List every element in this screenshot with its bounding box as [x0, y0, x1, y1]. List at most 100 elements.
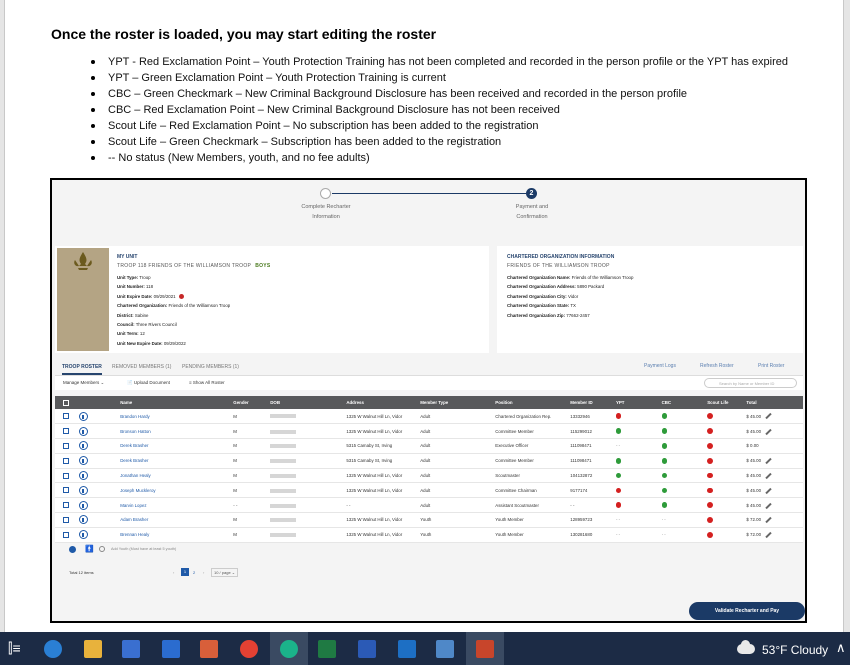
row-checkbox[interactable] [63, 442, 69, 449]
edit-pencil-icon[interactable] [765, 428, 772, 435]
ypt-no-status: - - [615, 517, 621, 523]
print-roster-link[interactable]: Print Roster [758, 363, 784, 369]
chartered-org-card: CHARTERED ORGANIZATION INFORMATION FRIEN… [497, 246, 803, 353]
chrome-icon[interactable] [240, 640, 258, 658]
edit-pencil-icon[interactable] [765, 457, 772, 465]
cloud-icon[interactable] [737, 640, 755, 654]
row-checkbox[interactable] [63, 487, 69, 494]
unit-field: Unit Type: Troop [117, 275, 151, 280]
edit-pencil-icon[interactable] [765, 487, 772, 494]
validate-recharter-button[interactable]: Validate Recharter and Pay [689, 602, 805, 620]
table-row[interactable]: Joseph Muckleroy M 1325 W Walnut Hill Ln, … [55, 482, 803, 499]
show-all-roster-filter[interactable]: ≡ Show All Roster [189, 380, 225, 385]
table-row[interactable]: Derek Brasher M 5315 Camaby St, Irving Adul… [55, 438, 803, 454]
roster-table-body: Brandon Hardy M 1325 W Walnut Hill Ln, Vid… [55, 409, 803, 543]
weather-text[interactable]: 53°F Cloudy [762, 643, 828, 657]
add-youth-icon[interactable] [99, 546, 105, 552]
table-row[interactable]: Derek Brasher M 5315 Camaby St, Irving Adul… [55, 453, 803, 469]
prev-page-icon[interactable]: ‹ [173, 570, 174, 575]
table-row[interactable]: Jonathan Healy M 1325 W Walnut Hill Ln, Vi… [55, 468, 803, 484]
manage-members-button[interactable]: Manage Members ⌄ [63, 380, 104, 386]
row-checkbox[interactable] [63, 502, 69, 509]
outlook-icon[interactable] [398, 640, 416, 658]
dob-redacted [270, 414, 297, 419]
row-checkbox[interactable] [63, 413, 69, 420]
member-name-link[interactable]: Joseph Muckleroy [120, 488, 155, 493]
col-header: CBC [661, 396, 708, 409]
edit-pencil-icon[interactable] [765, 502, 772, 509]
file-explorer-icon[interactable] [84, 640, 102, 658]
select-all-checkbox[interactable] [63, 399, 69, 406]
member-total: $ 45.00 [746, 473, 762, 479]
member-gender: M [233, 473, 237, 479]
add-member-icon[interactable] [69, 546, 76, 553]
store-icon[interactable] [122, 640, 140, 658]
stepper-line [332, 193, 526, 194]
member-position: Youth Member [495, 517, 524, 523]
ypt-red-status-icon [615, 487, 622, 494]
member-position: Assistant Scoutmaster [495, 502, 539, 508]
table-row[interactable]: Brandon Hardy M 1325 W Walnut Hill Ln, Vid… [55, 409, 803, 425]
tab-pending-members[interactable]: PENDING MEMBERS (1) [182, 364, 239, 370]
row-checkbox[interactable] [63, 531, 69, 538]
windows-taskbar: ⫿≡ 53°F Cloudy ∧ [0, 632, 850, 665]
chevron-up-icon[interactable]: ∧ [836, 640, 846, 656]
dob-redacted [270, 444, 297, 449]
page-size-select[interactable]: 10 / page ⌄ [211, 568, 239, 577]
unit-name: TROOP 118 FRIENDS OF THE WILLIAMSON TROO… [117, 263, 252, 269]
payment-logs-link[interactable]: Payment Logs [644, 363, 676, 369]
powerpoint-icon[interactable] [476, 640, 494, 658]
table-row[interactable]: Bronson Hatton M 1325 W Walnut Hill Ln, Vi… [55, 423, 803, 440]
edit-pencil-icon[interactable] [765, 517, 772, 524]
edit-pencil-icon[interactable] [765, 531, 772, 539]
table-row[interactable]: Brennan Healy M 1325 W Walnut Hill Ln, Vid… [55, 527, 803, 543]
member-name-link[interactable]: Marvin Lopez [120, 503, 146, 508]
member-name-link[interactable]: Brandon Hardy [120, 414, 150, 419]
table-row[interactable]: Adam Brasher M 1325 W Walnut Hill Ln, Vido… [55, 512, 803, 528]
add-youth-row: 🚹 Add Youth (Must have at least 5 youth) [55, 544, 803, 556]
mail-icon[interactable] [162, 640, 180, 658]
row-checkbox[interactable] [63, 457, 69, 464]
member-total: $ 72.00 [746, 532, 762, 538]
legend-bullet-list: YPT - Red Exclamation Point – Youth Prot… [91, 54, 788, 166]
member-gender: M [233, 413, 237, 419]
col-header: YPT [615, 396, 662, 409]
photos-icon[interactable] [436, 640, 454, 658]
edge-icon[interactable] [44, 640, 62, 658]
member-name-link[interactable]: Jonathan Healy [120, 473, 151, 478]
next-page-icon[interactable]: › [203, 570, 204, 575]
scout-life-red-status-icon [707, 517, 713, 523]
row-checkbox[interactable] [63, 516, 69, 523]
word-icon[interactable] [358, 640, 376, 658]
roster-toolbar: Manage Members ⌄ 📄 Upload Document ≡ Sho… [55, 376, 803, 390]
ypt-red-status-icon [615, 413, 622, 419]
member-name-link[interactable]: Bronson Hatton [120, 429, 151, 434]
member-name-link[interactable]: Brennan Healy [120, 532, 149, 537]
upload-document-button[interactable]: 📄 Upload Document [127, 380, 170, 386]
row-checkbox[interactable] [63, 472, 69, 479]
bullet-item: CBC – Green Checkmark – New Criminal Bac… [91, 86, 788, 102]
tab-troop-roster[interactable]: TROOP ROSTER [62, 364, 102, 370]
edge-dev-icon[interactable] [280, 640, 298, 658]
col-header: Member ID [570, 396, 616, 409]
search-input[interactable]: Search by Name or Member ID [704, 378, 797, 388]
task-view-icon[interactable]: ⫿≡ [8, 640, 21, 657]
person-icon[interactable]: 🚹 [85, 545, 94, 553]
ypt-green-status-icon [615, 472, 622, 479]
step-1-circle [320, 188, 331, 199]
member-name-link[interactable]: Adam Brasher [120, 517, 148, 522]
row-checkbox[interactable] [63, 428, 69, 435]
org-field: Chartered Organization City: Vidor [507, 293, 579, 299]
member-name-link[interactable]: Derek Brasher [120, 458, 148, 463]
member-avatar-icon [78, 456, 88, 466]
table-row[interactable]: Marvin Lopez - - - - Adult Assistant Scoutma… [55, 497, 803, 514]
edit-pencil-icon[interactable] [765, 472, 772, 480]
page-1-button[interactable]: 1 [181, 568, 189, 576]
refresh-roster-link[interactable]: Refresh Roster [700, 363, 734, 369]
member-name-link[interactable]: Derek Brasher [120, 443, 148, 448]
excel-icon[interactable] [318, 640, 336, 658]
media-player-icon[interactable] [200, 640, 218, 658]
edit-pencil-icon[interactable] [765, 413, 772, 420]
tab-removed-members[interactable]: REMOVED MEMBERS (1) [112, 364, 171, 370]
page-2-button[interactable]: 2 [193, 570, 195, 575]
